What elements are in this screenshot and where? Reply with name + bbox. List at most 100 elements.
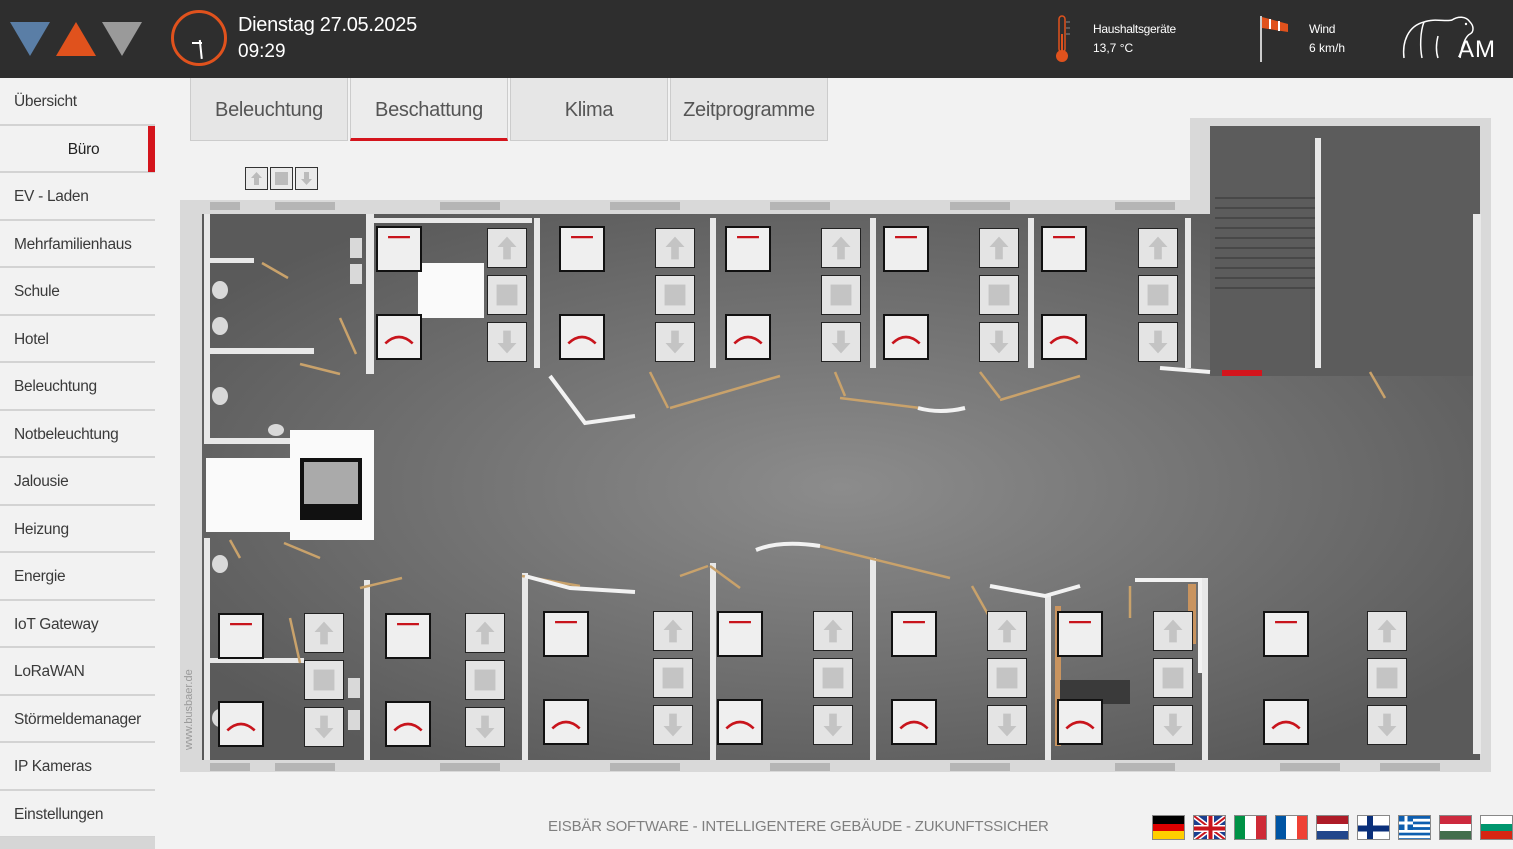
room-1-blind-up-button[interactable] — [487, 228, 527, 268]
sidebar-nav: Übersicht Büro EV - Laden Mehrfamilienhaus S… — [0, 78, 155, 849]
flag-it-icon[interactable] — [1234, 815, 1267, 840]
sidebar-item-schule[interactable]: Schule — [0, 268, 155, 316]
room-2-blind-position-closed[interactable] — [559, 314, 605, 360]
room-4-blind-position-open[interactable] — [883, 226, 929, 272]
current-time: 09:29 — [238, 41, 286, 62]
room-4-blind-up-button[interactable] — [979, 228, 1019, 268]
room-6-blind-position-open[interactable] — [218, 613, 264, 659]
room-5-blind-down-button[interactable] — [1138, 322, 1178, 362]
room-3-blind-stop-button[interactable] — [821, 275, 861, 315]
all-blinds-up-button[interactable] — [245, 167, 268, 190]
room-10-blind-up-button[interactable] — [987, 611, 1027, 651]
thermometer-icon — [1056, 15, 1070, 62]
all-blinds-stop-button[interactable] — [270, 167, 293, 190]
sidebar-item-mehrfamilienhaus[interactable]: Mehrfamilienhaus — [0, 221, 155, 268]
room-11-blind-stop-button[interactable] — [1153, 658, 1193, 698]
room-9-blind-position-open[interactable] — [717, 611, 763, 657]
flag-fi-icon[interactable] — [1357, 815, 1390, 840]
room-2-blind-position-open[interactable] — [559, 226, 605, 272]
room-10-blind-stop-button[interactable] — [987, 658, 1027, 698]
flag-hu-icon[interactable] — [1439, 815, 1472, 840]
room-12-blind-position-open[interactable] — [1263, 611, 1309, 657]
room-6-blind-down-button[interactable] — [304, 707, 344, 747]
all-blinds-controls — [245, 167, 318, 190]
app-logo — [10, 22, 142, 56]
room-4-blind-down-button[interactable] — [979, 322, 1019, 362]
room-10-blind-position-open[interactable] — [891, 611, 937, 657]
room-9-blind-down-button[interactable] — [813, 705, 853, 745]
room-9-blind-stop-button[interactable] — [813, 658, 853, 698]
room-9-blind-position-closed[interactable] — [717, 699, 763, 745]
room-3-blind-position-open[interactable] — [725, 226, 771, 272]
sidebar-item-iot-gateway[interactable]: IoT Gateway — [0, 601, 155, 648]
room-11-blind-down-button[interactable] — [1153, 705, 1193, 745]
room-7-blind-up-button[interactable] — [465, 613, 505, 653]
room-1-blind-down-button[interactable] — [487, 322, 527, 362]
sidebar-item-lorawan[interactable]: LoRaWAN — [0, 648, 155, 696]
temperature-value: 13,7 °C — [1093, 41, 1134, 55]
room-4-blind-stop-button[interactable] — [979, 275, 1019, 315]
room-8-blind-position-open[interactable] — [543, 611, 589, 657]
room-3-blind-up-button[interactable] — [821, 228, 861, 268]
room-6-blind-position-closed[interactable] — [218, 701, 264, 747]
room-3-blind-position-closed[interactable] — [725, 314, 771, 360]
room-7-blind-down-button[interactable] — [465, 707, 505, 747]
all-blinds-down-button[interactable] — [295, 167, 318, 190]
room-12-blind-up-button[interactable] — [1367, 611, 1407, 651]
sidebar-item-ip-kameras[interactable]: IP Kameras — [0, 743, 155, 791]
sidebar-item-büro[interactable]: Büro — [0, 125, 155, 173]
sidebar-item-hotel[interactable]: Hotel — [0, 316, 155, 363]
room-8-blind-up-button[interactable] — [653, 611, 693, 651]
room-11-blind-position-closed[interactable] — [1057, 699, 1103, 745]
room-11-blind-up-button[interactable] — [1153, 611, 1193, 651]
flag-nl-icon[interactable] — [1316, 815, 1349, 840]
room-7-blind-position-open[interactable] — [385, 613, 431, 659]
room-9-blind-up-button[interactable] — [813, 611, 853, 651]
room-8-blind-position-closed[interactable] — [543, 699, 589, 745]
room-12-blind-down-button[interactable] — [1367, 705, 1407, 745]
sidebar-item-energie[interactable]: Energie — [0, 553, 155, 601]
sidebar-scrollbar[interactable] — [0, 837, 155, 849]
room-5-blind-up-button[interactable] — [1138, 228, 1178, 268]
flag-bg-icon[interactable] — [1480, 815, 1513, 840]
room-1-blind-position-closed[interactable] — [376, 314, 422, 360]
sidebar-item-störmeldemanager[interactable]: Störmeldemanager — [0, 696, 155, 743]
room-10-blind-position-closed[interactable] — [891, 699, 937, 745]
temperature-label: Haushaltsgeräte — [1093, 22, 1176, 36]
room-2-blind-stop-button[interactable] — [655, 275, 695, 315]
room-8-blind-down-button[interactable] — [653, 705, 693, 745]
room-12-blind-stop-button[interactable] — [1367, 658, 1407, 698]
sidebar-item-jalousie[interactable]: Jalousie — [0, 458, 155, 506]
flag-en-icon[interactable] — [1193, 815, 1226, 840]
room-3-blind-down-button[interactable] — [821, 322, 861, 362]
sidebar-item-notbeleuchtung[interactable]: Notbeleuchtung — [0, 411, 155, 458]
room-10-blind-down-button[interactable] — [987, 705, 1027, 745]
sidebar-item-übersicht[interactable]: Übersicht — [0, 78, 155, 126]
wind-value: 6 km/h — [1309, 41, 1346, 55]
flag-gr-icon[interactable] — [1398, 815, 1431, 840]
room-4-blind-position-closed[interactable] — [883, 314, 929, 360]
room-6-blind-up-button[interactable] — [304, 613, 344, 653]
room-7-blind-stop-button[interactable] — [465, 660, 505, 700]
room-5-blind-position-open[interactable] — [1041, 226, 1087, 272]
current-date: Dienstag 27.05.2025 — [238, 14, 417, 36]
flag-fr-icon[interactable] — [1275, 815, 1308, 840]
sidebar-item-beleuchtung[interactable]: Beleuchtung — [0, 363, 155, 411]
wind-label: Wind — [1309, 22, 1336, 36]
arrow-down-icon — [301, 172, 312, 185]
room-12-blind-position-closed[interactable] — [1263, 699, 1309, 745]
room-2-blind-up-button[interactable] — [655, 228, 695, 268]
room-6-blind-stop-button[interactable] — [304, 660, 344, 700]
sidebar-item-einstellungen[interactable]: Einstellungen — [0, 791, 155, 838]
room-2-blind-down-button[interactable] — [655, 322, 695, 362]
sidebar-item-heizung[interactable]: Heizung — [0, 506, 155, 553]
room-5-blind-position-closed[interactable] — [1041, 314, 1087, 360]
sidebar-item-ev-laden[interactable]: EV - Laden — [0, 173, 155, 221]
room-11-blind-position-open[interactable] — [1057, 611, 1103, 657]
room-1-blind-stop-button[interactable] — [487, 275, 527, 315]
room-7-blind-position-closed[interactable] — [385, 701, 431, 747]
room-5-blind-stop-button[interactable] — [1138, 275, 1178, 315]
flag-de-icon[interactable] — [1152, 815, 1185, 840]
room-8-blind-stop-button[interactable] — [653, 658, 693, 698]
room-1-blind-position-open[interactable] — [376, 226, 422, 272]
